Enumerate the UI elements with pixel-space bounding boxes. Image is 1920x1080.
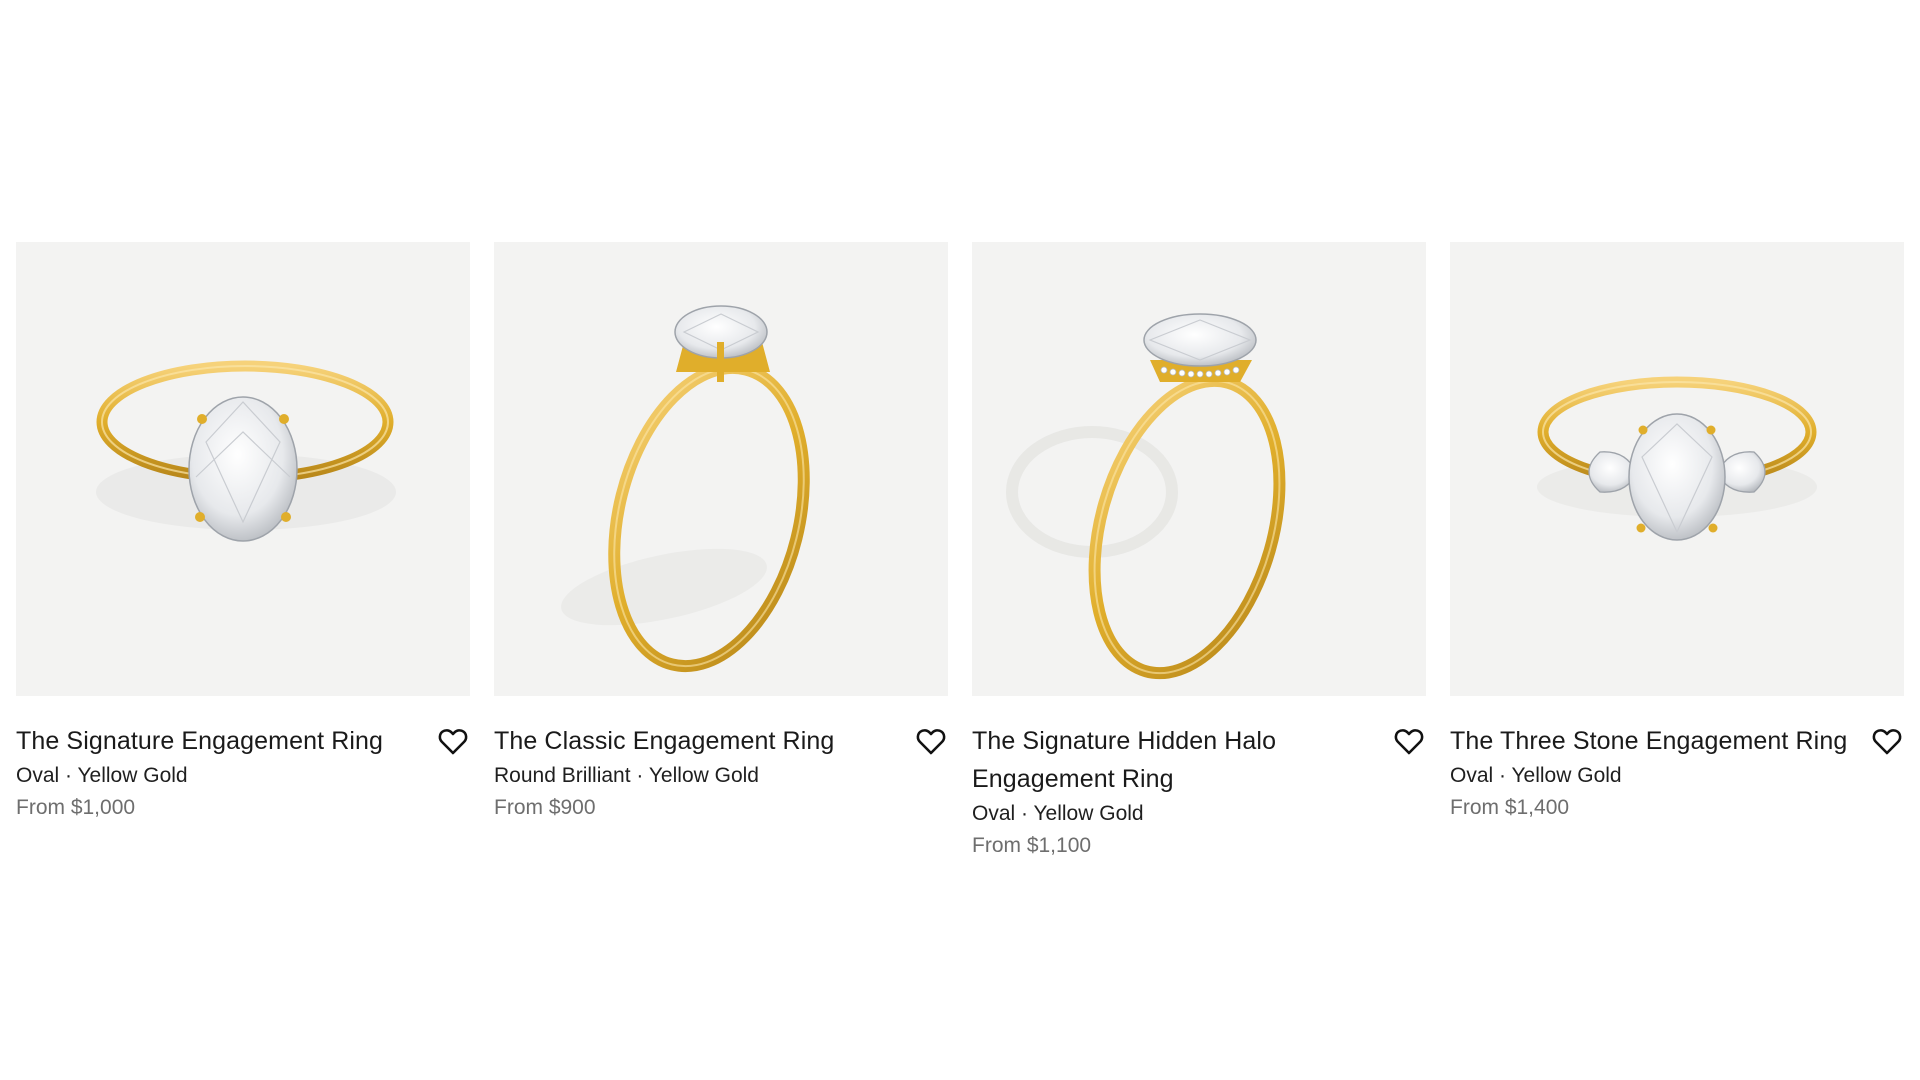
product-name[interactable]: The Signature Hidden Halo Engagement Rin… — [972, 722, 1372, 798]
three-stone-ring-image — [1537, 376, 1817, 541]
heart-outline-icon — [1872, 729, 1902, 755]
heart-outline-icon — [916, 729, 946, 755]
product-info: The Classic Engagement Ring Round Brilli… — [494, 722, 948, 824]
product-info: The Signature Hidden Halo Engagement Rin… — [972, 722, 1426, 862]
product-grid: The Signature Engagement Ring Oval · Yel… — [16, 242, 1904, 862]
product-image-signature[interactable] — [16, 242, 470, 696]
product-name[interactable]: The Signature Engagement Ring — [16, 722, 416, 760]
product-price: From $1,400 — [1450, 796, 1570, 819]
product-card-three-stone[interactable]: The Three Stone Engagement Ring Oval · Y… — [1450, 242, 1904, 862]
favorite-button[interactable] — [914, 724, 948, 758]
heart-outline-icon — [438, 729, 468, 755]
favorite-button[interactable] — [1870, 724, 1904, 758]
product-name[interactable]: The Three Stone Engagement Ring — [1450, 722, 1850, 760]
product-text: The Signature Engagement Ring Oval · Yel… — [16, 722, 416, 824]
product-variant: Oval · Yellow Gold — [16, 764, 188, 787]
favorite-button[interactable] — [1392, 724, 1426, 758]
product-name[interactable]: The Classic Engagement Ring — [494, 722, 894, 760]
product-image-classic[interactable] — [494, 242, 948, 696]
product-info: The Signature Engagement Ring Oval · Yel… — [16, 722, 470, 824]
product-text: The Signature Hidden Halo Engagement Rin… — [972, 722, 1372, 862]
round-solitaire-ring-image — [561, 305, 810, 673]
hidden-halo-ring-image — [1006, 313, 1286, 680]
product-card-hidden-halo[interactable]: The Signature Hidden Halo Engagement Rin… — [972, 242, 1426, 862]
product-info: The Three Stone Engagement Ring Oval · Y… — [1450, 722, 1904, 824]
product-image-hidden-halo[interactable] — [972, 242, 1426, 696]
favorite-button[interactable] — [436, 724, 470, 758]
heart-outline-icon — [1394, 729, 1424, 755]
product-variant: Round Brilliant · Yellow Gold — [494, 764, 759, 787]
oval-solitaire-ring-image — [96, 360, 396, 542]
product-card-classic[interactable]: The Classic Engagement Ring Round Brilli… — [494, 242, 948, 862]
product-image-three-stone[interactable] — [1450, 242, 1904, 696]
product-variant: Oval · Yellow Gold — [1450, 764, 1622, 787]
product-text: The Classic Engagement Ring Round Brilli… — [494, 722, 894, 824]
product-text: The Three Stone Engagement Ring Oval · Y… — [1450, 722, 1850, 824]
product-price: From $1,100 — [972, 834, 1092, 857]
product-price: From $900 — [494, 796, 596, 819]
product-price: From $1,000 — [16, 796, 136, 819]
product-card-signature[interactable]: The Signature Engagement Ring Oval · Yel… — [16, 242, 470, 862]
product-variant: Oval · Yellow Gold — [972, 802, 1144, 825]
